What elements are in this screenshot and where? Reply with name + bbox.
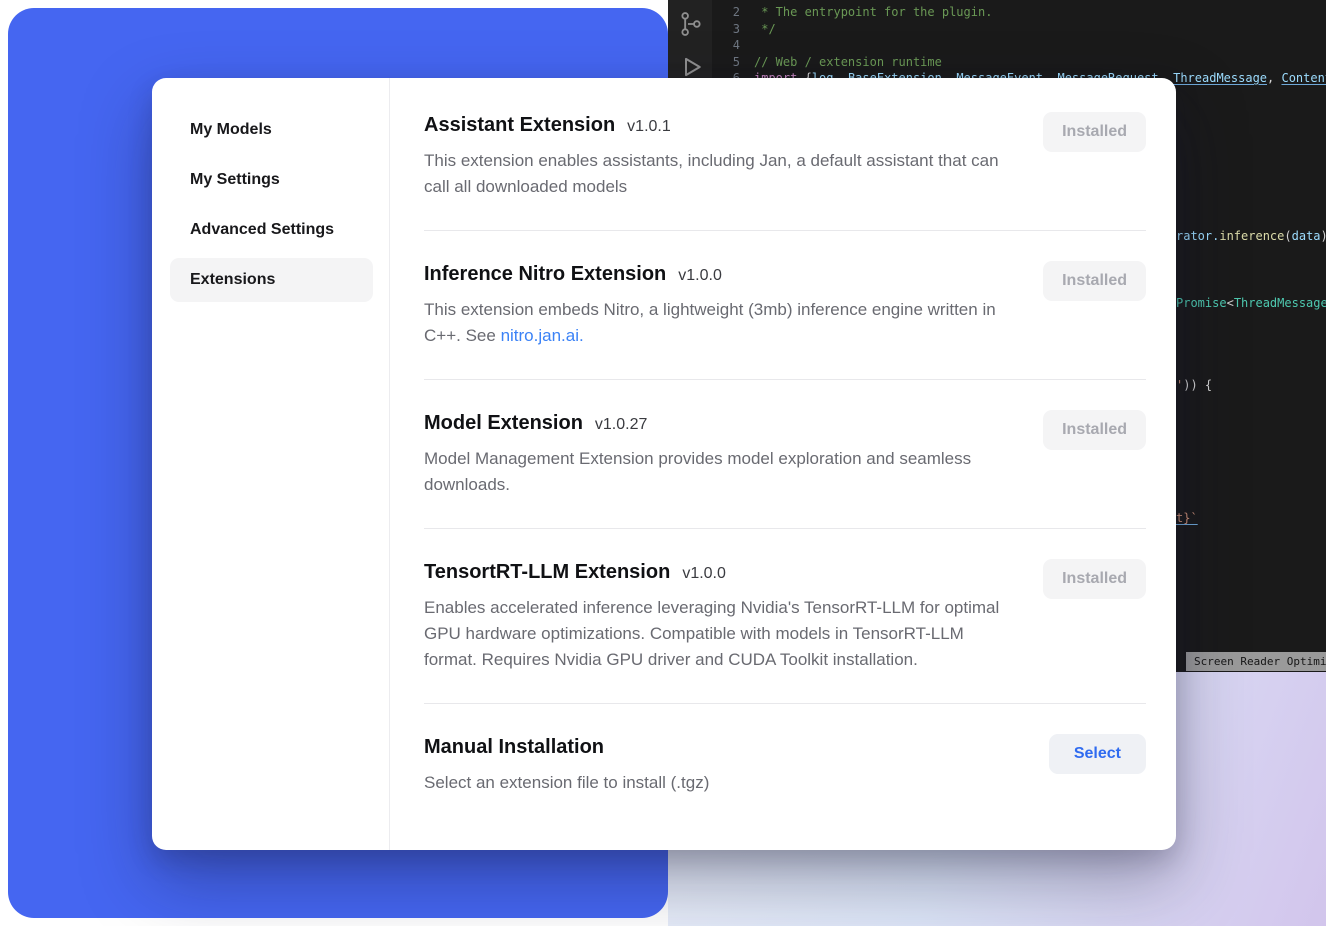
- settings-sidebar: My Models My Settings Advanced Settings …: [152, 78, 390, 850]
- code-fragment: Promise<ThreadMessage>: [1176, 295, 1326, 312]
- extension-version: v1.0.0: [678, 267, 722, 285]
- installed-button: Installed: [1043, 261, 1146, 301]
- installed-button: Installed: [1043, 112, 1146, 152]
- extension-title: Model Extension: [424, 410, 583, 436]
- extension-section-tensorrt: TensortRT-LLM Extension v1.0.0 Enables a…: [424, 528, 1146, 703]
- extension-description: Model Management Extension provides mode…: [424, 446, 1009, 498]
- sidebar-item-my-models[interactable]: My Models: [170, 108, 373, 152]
- installed-button: Installed: [1043, 559, 1146, 599]
- extension-description: Enables accelerated inference leveraging…: [424, 595, 1009, 673]
- extension-title: Inference Nitro Extension: [424, 261, 666, 287]
- installed-button: Installed: [1043, 410, 1146, 450]
- extension-version: v1.0.27: [595, 416, 647, 434]
- code-fragment: rator.inference(data));: [1176, 228, 1326, 245]
- manual-installation-section: Manual Installation Select an extension …: [424, 703, 1146, 826]
- code-fragment: t}`: [1176, 510, 1198, 527]
- code-fragment: ')) {: [1176, 377, 1212, 394]
- sidebar-item-extensions[interactable]: Extensions: [170, 258, 373, 302]
- source-control-icon[interactable]: [677, 10, 705, 38]
- extension-version: v1.0.0: [682, 565, 726, 583]
- extensions-list: Assistant Extension v1.0.1 This extensio…: [390, 78, 1176, 850]
- extension-version: v1.0.1: [627, 118, 671, 136]
- extension-description: This extension enables assistants, inclu…: [424, 148, 1009, 200]
- extension-section-nitro: Inference Nitro Extension v1.0.0 This ex…: [424, 230, 1146, 379]
- extension-description: This extension embeds Nitro, a lightweig…: [424, 297, 1009, 349]
- extension-title: Assistant Extension: [424, 112, 615, 138]
- nitro-jan-ai-link[interactable]: nitro.jan.ai.: [501, 326, 584, 345]
- extension-section-assistant: Assistant Extension v1.0.1 This extensio…: [424, 112, 1146, 230]
- settings-modal: My Models My Settings Advanced Settings …: [152, 78, 1176, 850]
- sidebar-item-advanced-settings[interactable]: Advanced Settings: [170, 208, 373, 252]
- sidebar-item-my-settings[interactable]: My Settings: [170, 158, 373, 202]
- extension-title: TensortRT-LLM Extension: [424, 559, 670, 585]
- screenshot-root: 2 * The entrypoint for the plugin.3 */45…: [0, 0, 1326, 926]
- screen-reader-status-chip[interactable]: Screen Reader Optimized: [1186, 652, 1326, 671]
- manual-installation-title: Manual Installation: [424, 734, 604, 760]
- code-lines: 2 * The entrypoint for the plugin.3 */45…: [714, 4, 1326, 87]
- manual-installation-description: Select an extension file to install (.tg…: [424, 770, 709, 796]
- extension-section-model: Model Extension v1.0.27 Model Management…: [424, 379, 1146, 528]
- select-file-button[interactable]: Select: [1049, 734, 1146, 774]
